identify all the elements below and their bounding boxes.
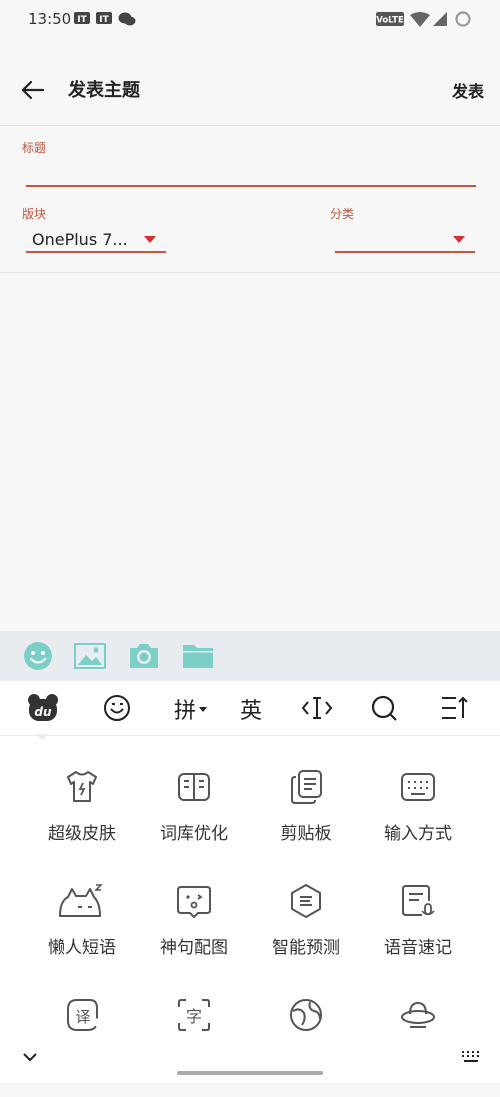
tile-label: 词库优化	[160, 824, 228, 844]
translate-icon: 译	[67, 999, 98, 1031]
page-title: 发表主题	[68, 80, 140, 101]
folder-icon[interactable]	[182, 641, 214, 671]
emoji-icon[interactable]	[103, 694, 131, 722]
title-label: 标题	[22, 141, 47, 155]
clipboard-icon	[291, 770, 322, 804]
keyboard-panel: du 拼 英 超级皮肤 词库优化 剪贴板 输入方式 懒人短语 神句配图 智能预测	[0, 681, 500, 1083]
search-icon[interactable]	[370, 694, 398, 722]
voice-notes-tile[interactable]: 语音速记	[362, 883, 474, 983]
svg-text:IT: IT	[99, 15, 109, 25]
attachment-bar	[0, 631, 500, 681]
super-skin-tile[interactable]: 超级皮肤	[26, 769, 138, 869]
active-tab-pointer	[36, 734, 48, 740]
cursor-move-icon[interactable]	[302, 694, 332, 722]
tile-label: 语音速记	[384, 938, 452, 958]
svg-text:du: du	[34, 705, 52, 719]
tile-label: 懒人短语	[48, 938, 116, 958]
ithome-icon: IT	[74, 12, 90, 25]
note-mic-icon	[402, 885, 435, 916]
clipboard-tile[interactable]: 剪贴板	[250, 769, 362, 869]
ocr-tile[interactable]: 字	[138, 997, 250, 1097]
wechat-icon	[118, 12, 136, 26]
ufo-icon	[401, 1001, 435, 1028]
keyboard-toolbar: du 拼 英	[0, 681, 500, 736]
scan-text-icon: 字	[178, 999, 210, 1031]
image-icon[interactable]	[74, 641, 106, 671]
header-divider	[0, 125, 500, 126]
title-input[interactable]	[26, 156, 476, 186]
board-underline	[26, 251, 166, 253]
input-method-tile[interactable]: 输入方式	[362, 769, 474, 869]
category-select[interactable]	[335, 224, 475, 254]
sentence-image-tile[interactable]: 神句配图	[138, 883, 250, 983]
baidu-du-logo-icon[interactable]: du	[27, 693, 59, 723]
dropdown-triangle-icon	[144, 236, 156, 243]
form-divider	[0, 272, 500, 273]
board-value: OnePlus 7...	[32, 230, 128, 249]
battery-ring-icon	[455, 11, 471, 27]
ufo-tile[interactable]	[362, 997, 474, 1097]
sleeping-cat-icon	[59, 884, 103, 917]
keyboard-menu-icon[interactable]	[440, 694, 470, 722]
category-label: 分类	[330, 207, 355, 221]
keyboard-icon	[401, 773, 435, 801]
volte-icon: VoLTE	[376, 12, 404, 26]
camera-icon[interactable]	[128, 641, 160, 671]
publish-button[interactable]: 发表	[452, 78, 484, 102]
speech-face-icon	[177, 886, 211, 919]
home-indicator[interactable]	[177, 1071, 323, 1075]
tile-label: 输入方式	[384, 824, 452, 844]
dictionary-optimize-tile[interactable]: 词库优化	[138, 769, 250, 869]
book-icon	[178, 773, 210, 801]
board-label: 版块	[22, 207, 47, 221]
board-select[interactable]: OnePlus 7...	[26, 224, 166, 254]
english-mode-button[interactable]: 英	[236, 693, 266, 724]
svg-text:译: 译	[75, 1008, 90, 1026]
emoji-icon[interactable]	[22, 641, 54, 671]
globe-tile[interactable]	[250, 997, 362, 1097]
category-underline	[335, 251, 475, 253]
svg-text:字: 字	[186, 1007, 202, 1026]
globe-icon	[290, 999, 322, 1031]
status-bar: 13:50 IT IT VoLTE	[0, 0, 500, 40]
back-arrow-icon[interactable]	[18, 76, 46, 104]
tshirt-icon	[67, 771, 97, 802]
lazy-phrases-tile[interactable]: 懒人短语	[26, 883, 138, 983]
tile-label: 智能预测	[272, 938, 340, 958]
collapse-keyboard-chevron-icon[interactable]	[22, 1051, 38, 1063]
signal-icon	[433, 12, 447, 26]
translate-tile[interactable]: 译	[26, 997, 138, 1097]
wifi-icon	[410, 12, 430, 27]
smart-predict-tile[interactable]: 智能预测	[250, 883, 362, 983]
tile-label: 超级皮肤	[48, 824, 116, 844]
status-time: 13:50	[28, 10, 72, 28]
svg-text:IT: IT	[77, 15, 87, 25]
ithome-icon: IT	[96, 12, 112, 25]
pinyin-dropdown-icon	[199, 707, 207, 712]
tile-label: 神句配图	[160, 938, 228, 958]
hexagon-text-icon	[291, 884, 321, 918]
title-underline	[26, 185, 476, 187]
dropdown-triangle-icon	[453, 236, 465, 243]
svg-text:VoLTE: VoLTE	[376, 16, 404, 26]
header: 发表主题 发表	[0, 60, 500, 120]
pinyin-mode-button[interactable]: 拼	[170, 693, 200, 724]
keyboard-switch-icon[interactable]	[460, 1050, 482, 1064]
tile-label: 剪贴板	[280, 824, 332, 844]
